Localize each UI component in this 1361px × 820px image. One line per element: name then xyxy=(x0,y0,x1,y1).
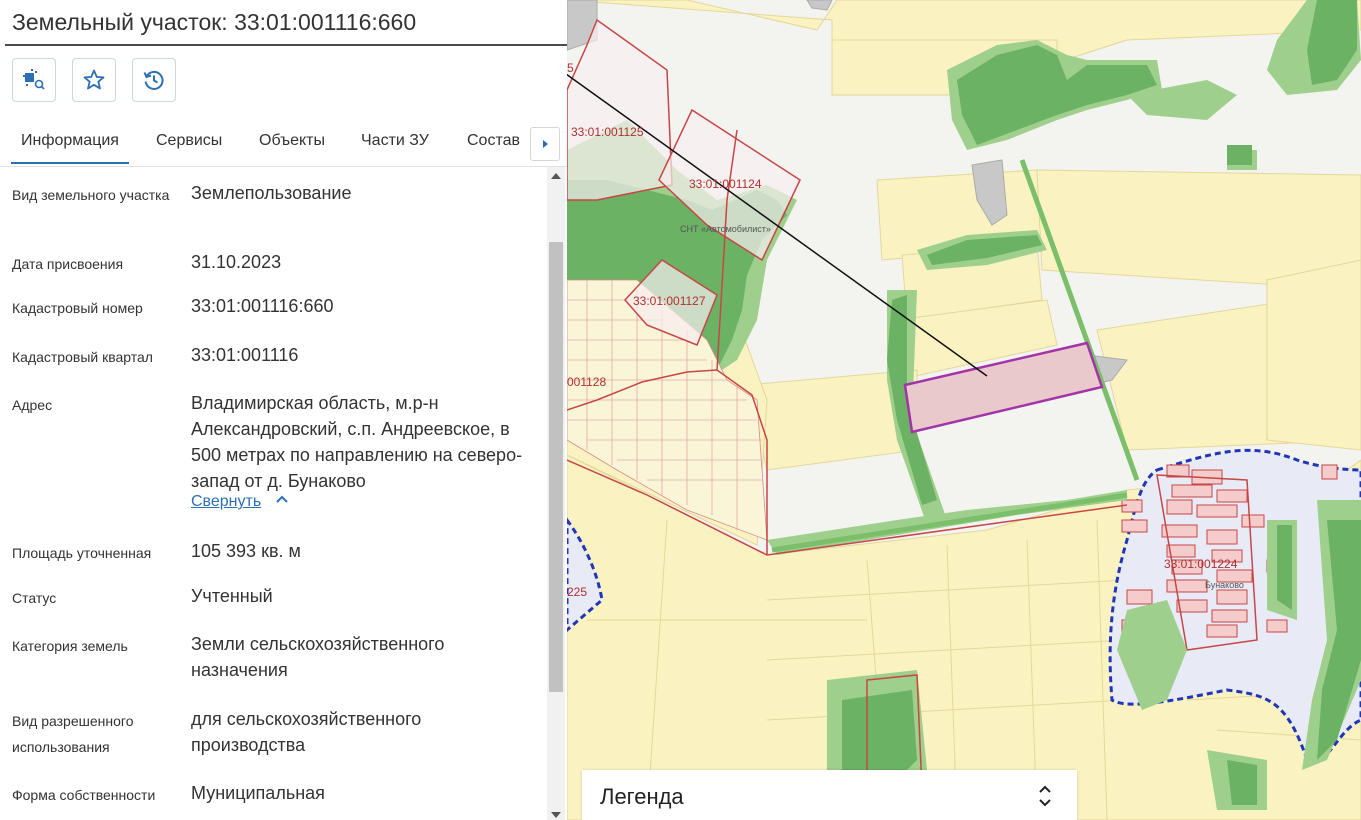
tabs-scroll-right-button[interactable] xyxy=(530,127,560,161)
map-label: 33:01:001124 xyxy=(689,177,762,191)
info-label: Кадастровый квартал xyxy=(12,349,153,365)
map-label: 5 xyxy=(567,61,574,75)
info-label: Вид разрешенного использования xyxy=(12,713,134,755)
tab-objects[interactable]: Объекты xyxy=(259,132,325,150)
info-panel: Земельный участок: 33:01:001116:660 Инфо… xyxy=(0,0,567,820)
map-view[interactable]: 33:01:001125 33:01:001124 33:01:001127 0… xyxy=(567,0,1361,820)
info-label: Вид земельного участка xyxy=(12,187,170,203)
info-value: для сельскохозяйственного производства xyxy=(191,709,422,755)
map-label: 225 xyxy=(567,585,587,599)
info-value: Учтенный xyxy=(191,586,273,606)
legend-toggle-bar[interactable]: Легенда xyxy=(582,770,1077,820)
info-label: Адрес xyxy=(12,397,53,413)
info-label: Категория земель xyxy=(12,638,128,654)
info-list: Вид земельного участка Землепользование … xyxy=(0,167,545,820)
info-value: Владимирская область, м.р-н Александровс… xyxy=(191,393,523,491)
tab-services[interactable]: Сервисы xyxy=(156,132,222,150)
info-value: Земли сельскохозяйственного назначения xyxy=(191,634,445,680)
tab-bar: Информация Сервисы Объекты Части ЗУ Сост… xyxy=(0,120,567,167)
info-label: Статус xyxy=(12,590,57,606)
tab-land-parts[interactable]: Части ЗУ xyxy=(361,132,429,150)
info-label: Площадь уточненная xyxy=(12,545,152,561)
tab-composition[interactable]: Состав xyxy=(467,132,520,150)
map-label: 33:01:001127 xyxy=(633,294,706,308)
legend-label: Легенда xyxy=(600,784,684,809)
info-label: Кадастровый номер xyxy=(12,300,143,316)
history-icon xyxy=(143,70,164,90)
info-value: 33:01:001116 xyxy=(191,345,299,365)
map-label: 33:01:001224 xyxy=(1164,557,1238,571)
scroll-up-arrow-icon[interactable] xyxy=(551,173,561,179)
caret-right-icon xyxy=(543,140,548,148)
info-value: Муниципальная xyxy=(191,783,325,803)
tab-information[interactable]: Информация xyxy=(11,132,129,164)
map-label: Бунаково xyxy=(1205,580,1244,590)
collapse-link[interactable]: Свернуть xyxy=(191,493,261,511)
map-label: 001128 xyxy=(567,375,606,389)
map-search-button[interactable] xyxy=(12,58,56,102)
chevron-up-icon[interactable] xyxy=(275,492,289,511)
star-icon xyxy=(83,69,105,90)
scroll-down-arrow-icon[interactable] xyxy=(551,812,561,818)
info-value: 105 393 кв. м xyxy=(191,541,301,561)
scrollbar[interactable] xyxy=(547,167,565,820)
favorite-button[interactable] xyxy=(72,58,116,102)
map-label: 33:01:001125 xyxy=(571,125,644,139)
info-value: 31.10.2023 xyxy=(191,252,282,272)
history-button[interactable] xyxy=(132,58,176,102)
scrollbar-thumb[interactable] xyxy=(549,242,563,692)
map-search-icon xyxy=(23,69,45,90)
info-label: Дата присвоения xyxy=(12,256,124,272)
info-value: 33:01:001116:660 xyxy=(191,296,334,316)
info-value: Землепользование xyxy=(191,183,352,203)
info-label: Форма собственности xyxy=(12,787,156,803)
expand-collapse-icon[interactable] xyxy=(1034,782,1056,810)
map-label: СНТ «Автомобилист» xyxy=(680,224,771,234)
